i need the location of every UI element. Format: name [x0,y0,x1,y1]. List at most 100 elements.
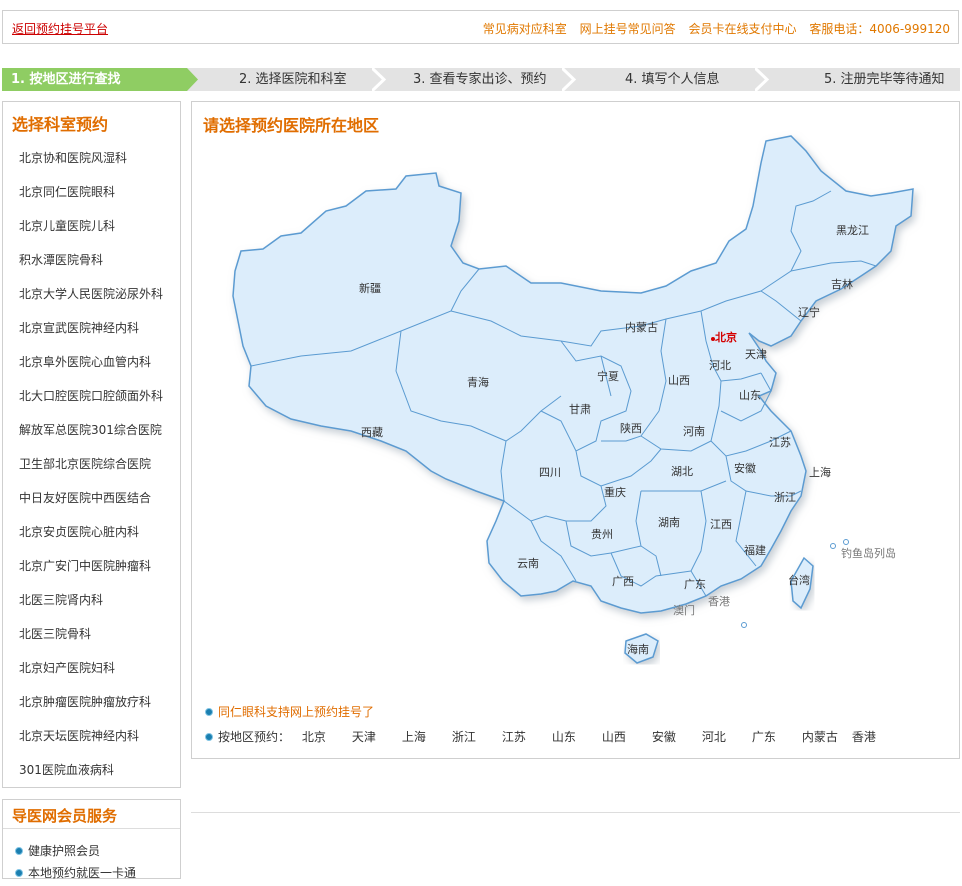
province-label-taiwan[interactable]: 台湾 [788,573,810,587]
region-select-panel: 请选择预约医院所在地区 新疆 西藏 青海 内蒙古 黑龙江 吉林 辽宁 北京 天津… [191,101,960,759]
province-label-guangxi[interactable]: 广西 [612,575,634,588]
department-item[interactable]: 北京天坛医院神经内科 [19,728,163,762]
island-dot [830,543,836,549]
department-item[interactable]: 北京广安门中医院肿瘤科 [19,558,163,592]
province-label-diaoyudao: 钓鱼岛列岛 [841,546,896,560]
province-label-hebei[interactable]: 河北 [709,359,731,372]
province-label-jilin[interactable]: 吉林 [831,277,853,291]
department-item[interactable]: 北京妇产医院妇科 [19,660,163,694]
province-label-xinjiang[interactable]: 新疆 [359,281,381,295]
step-3: 3. 查看专家出诊、预约 [413,72,547,87]
province-label-shanghai[interactable]: 上海 [809,465,831,479]
province-label-beijing[interactable]: 北京 [715,330,737,344]
department-item[interactable]: 积水潭医院骨科 [19,252,163,286]
department-item[interactable]: 北医三院骨科 [19,626,163,660]
divider [191,812,960,813]
province-label-aomen[interactable]: 澳门 [673,603,695,617]
region-link-anhui[interactable]: 安徽 [652,728,702,745]
department-item[interactable]: 北京宣武医院神经内科 [19,320,163,354]
bullet-icon [15,846,23,855]
china-map[interactable]: 新疆 西藏 青海 内蒙古 黑龙江 吉林 辽宁 北京 天津 河北 山西 山东 宁夏… [192,102,959,702]
province-label-shaanxi[interactable]: 陕西 [620,421,642,435]
province-label-zhejiang[interactable]: 浙江 [774,491,796,504]
card-payment-link[interactable]: 会员卡在线支付中心 [688,22,796,36]
province-label-anhui[interactable]: 安徽 [734,461,756,475]
step-4: 4. 填写个人信息 [625,72,720,87]
province-label-neimenggu[interactable]: 内蒙古 [625,320,658,334]
department-item[interactable]: 解放军总医院301综合医院 [19,422,163,456]
step-separator-icon [562,68,576,91]
step-separator-icon [755,68,769,91]
sidebar-title: 选择科室预约 [12,115,109,134]
province-label-gansu[interactable]: 甘肃 [569,403,591,416]
province-label-hubei[interactable]: 湖北 [671,465,693,478]
mainland-shape [232,135,914,614]
province-label-qinghai[interactable]: 青海 [467,375,489,389]
region-link-xianggang[interactable]: 香港 [852,728,876,745]
top-bar: 返回预约挂号平台 常见病对应科室 网上挂号常见问答 会员卡在线支付中心 客服电话… [2,10,959,44]
province-label-shandong[interactable]: 山东 [739,389,761,402]
department-item[interactable]: 北京儿童医院儿科 [19,218,163,252]
region-link-neimenggu[interactable]: 内蒙古 [802,728,852,745]
department-item[interactable]: 北医三院肾内科 [19,592,163,626]
bullet-icon [15,868,23,877]
province-label-chongqing[interactable]: 重庆 [604,485,626,499]
province-label-guizhou[interactable]: 贵州 [591,528,613,541]
bullet-icon [205,732,213,741]
region-link-shandong[interactable]: 山东 [552,728,602,745]
region-quick-links: 按地区预约： 北京 天津 上海 浙江 江苏 山东 山西 安徽 河北 广东 内蒙古 香港 [205,728,876,745]
region-link-beijing[interactable]: 北京 [302,728,352,745]
province-label-xizang[interactable]: 西藏 [361,426,383,439]
province-label-tianjin[interactable]: 天津 [745,348,767,361]
step-separator-icon [372,68,386,91]
divider [3,828,180,829]
province-label-hunan[interactable]: 湖南 [658,516,680,529]
member-item[interactable]: 本地预约就医一卡通 [15,864,136,886]
region-link-jiangsu[interactable]: 江苏 [502,728,552,745]
province-label-guangdong[interactable]: 广东 [684,578,706,591]
department-item[interactable]: 北京大学人民医院泌尿外科 [19,286,163,320]
region-link-zhejiang[interactable]: 浙江 [452,728,502,745]
faq-link[interactable]: 网上挂号常见问答 [580,22,676,36]
province-label-jiangxi[interactable]: 江西 [710,518,732,531]
notice-text: 同仁眼科支持网上预约挂号了 [218,705,375,719]
department-item[interactable]: 北京肿瘤医院肿瘤放疗科 [19,694,163,728]
province-label-hainan[interactable]: 海南 [627,642,649,656]
department-item[interactable]: 卫生部北京医院综合医院 [19,456,163,490]
province-label-liaoning[interactable]: 辽宁 [798,305,820,319]
province-label-jiangsu[interactable]: 江苏 [769,436,791,449]
notice-link[interactable]: 同仁眼科支持网上预约挂号了 [205,703,374,720]
common-diseases-link[interactable]: 常见病对应科室 [483,22,567,36]
step-2: 2. 选择医院和科室 [239,72,347,87]
department-item[interactable]: 北京安贞医院心脏内科 [19,524,163,558]
region-link-guangdong[interactable]: 广东 [752,728,802,745]
back-to-platform-link[interactable]: 返回预约挂号平台 [12,20,108,37]
department-item[interactable]: 北大口腔医院口腔颌面外科 [19,388,163,422]
region-link-hebei[interactable]: 河北 [702,728,752,745]
region-link-tianjin[interactable]: 天津 [352,728,402,745]
department-list: 北京协和医院风湿科 北京同仁医院眼科 北京儿童医院儿科 积水潭医院骨科 北京大学… [19,150,163,796]
member-item[interactable]: 健康护照会员 [15,842,136,864]
department-item[interactable]: 北京同仁医院眼科 [19,184,163,218]
department-item[interactable]: 北京协和医院风湿科 [19,150,163,184]
department-item[interactable]: 北京阜外医院心血管内科 [19,354,163,388]
region-link-shanghai[interactable]: 上海 [402,728,452,745]
step-progress-bar: 1. 按地区进行查找 2. 选择医院和科室 3. 查看专家出诊、预约 4. 填写… [2,68,960,91]
department-item[interactable]: 中日友好医院中西医结合 [19,490,163,524]
province-label-heilongjiang[interactable]: 黑龙江 [836,224,869,237]
province-label-shanxi[interactable]: 山西 [668,374,690,387]
province-label-xianggang[interactable]: 香港 [708,595,730,608]
island-dot [741,622,747,628]
step-5: 5. 注册完毕等待通知 [824,72,945,87]
province-label-fujian[interactable]: 福建 [744,543,766,557]
region-link-shanxi[interactable]: 山西 [602,728,652,745]
province-label-ningxia[interactable]: 宁夏 [597,369,619,383]
beijing-marker-icon [711,337,715,341]
region-label: 按地区预约： [218,730,291,744]
department-sidebar: 选择科室预约 北京协和医院风湿科 北京同仁医院眼科 北京儿童医院儿科 积水潭医院… [2,101,181,788]
step-1: 1. 按地区进行查找 [2,68,198,91]
department-item[interactable]: 301医院血液病科 [19,762,163,796]
province-label-yunnan[interactable]: 云南 [517,557,539,570]
province-label-henan[interactable]: 河南 [683,425,705,438]
province-label-sichuan[interactable]: 四川 [539,466,561,479]
